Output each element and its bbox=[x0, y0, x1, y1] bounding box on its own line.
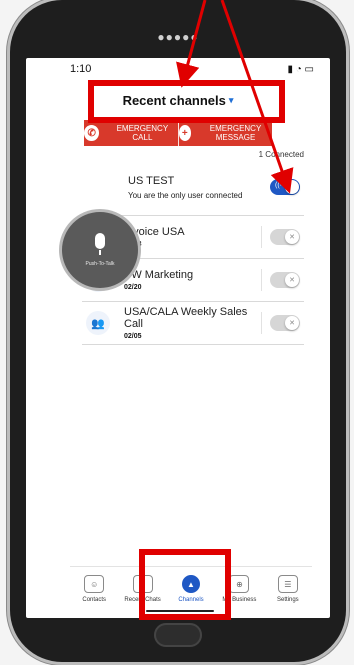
channel-name: SW Marketing bbox=[124, 269, 194, 281]
status-bar: 1:10 ▮ ◔ ▭ bbox=[26, 58, 330, 80]
channel-row[interactable]: US TEST You are the only user connected … bbox=[82, 159, 304, 216]
channel-toggle[interactable]: ✕ bbox=[270, 315, 300, 331]
close-icon: ✕ bbox=[285, 230, 299, 244]
emergency-call-button[interactable]: ✆ EMERGENCY CALL bbox=[84, 120, 178, 146]
status-time: 1:10 bbox=[70, 63, 92, 75]
channels-tab-highlight-box bbox=[139, 549, 231, 620]
microphone-icon bbox=[95, 233, 105, 249]
emergency-call-label: EMERGENCY CALL bbox=[116, 124, 169, 142]
status-icons: ▮ ◔ ▭ bbox=[287, 63, 314, 75]
divider bbox=[261, 226, 262, 248]
tab-label: Contacts bbox=[82, 597, 107, 603]
broadcast-icon: ((· bbox=[275, 182, 282, 189]
close-icon: ✕ bbox=[285, 316, 299, 330]
close-icon: ✕ bbox=[285, 273, 299, 287]
toggle-knob bbox=[285, 180, 299, 194]
channel-status: You are the only user connected bbox=[128, 190, 243, 200]
channel-name: Invoice USA bbox=[124, 226, 185, 238]
channel-date: 02/05 bbox=[124, 333, 142, 340]
contacts-icon: ☺ bbox=[84, 575, 105, 593]
channel-row[interactable]: 👥 USA/CALA Weekly Sales Call 02/05 ✕ bbox=[82, 302, 304, 345]
tab-contacts[interactable]: ☺ Contacts bbox=[70, 567, 118, 611]
settings-icon: ☰ bbox=[277, 575, 298, 593]
push-to-talk-label: Push-To-Talk bbox=[85, 261, 115, 267]
business-icon: ⊕ bbox=[229, 575, 250, 593]
home-button[interactable] bbox=[154, 623, 202, 647]
channel-toggle[interactable]: ✕ bbox=[270, 272, 300, 288]
header-highlight-box bbox=[88, 80, 285, 123]
phone-icon: ✆ bbox=[84, 125, 100, 141]
channel-name: USA/CALA Weekly Sales Call bbox=[124, 306, 248, 330]
push-to-talk-button[interactable]: Push-To-Talk bbox=[62, 212, 138, 288]
channel-name: US TEST bbox=[128, 174, 175, 187]
emergency-bar: ✆ EMERGENCY CALL + EMERGENCY MESSAGE bbox=[84, 120, 272, 146]
channel-date: 02/20 bbox=[124, 284, 142, 291]
message-plus-icon: + bbox=[178, 125, 192, 141]
channel-toggle[interactable]: ✕ bbox=[270, 229, 300, 245]
app-screen: 1:10 ▮ ◔ ▭ Recent channels ▾ ✆ EMERGENCY… bbox=[26, 58, 330, 618]
phone-speaker: ●●●●● bbox=[157, 30, 199, 44]
emergency-message-label: EMERGENCY MESSAGE bbox=[209, 124, 262, 142]
connected-count: 1 Connected bbox=[258, 150, 304, 159]
tab-settings[interactable]: ☰ Settings bbox=[264, 567, 312, 611]
divider bbox=[261, 312, 262, 334]
channel-date: 02/08 bbox=[124, 241, 261, 248]
emergency-message-button[interactable]: + EMERGENCY MESSAGE bbox=[177, 120, 273, 146]
channel-toggle[interactable]: ((· bbox=[270, 179, 300, 195]
group-icon: 👥 bbox=[86, 311, 110, 335]
divider bbox=[261, 269, 262, 291]
tab-label: Settings bbox=[276, 597, 299, 603]
